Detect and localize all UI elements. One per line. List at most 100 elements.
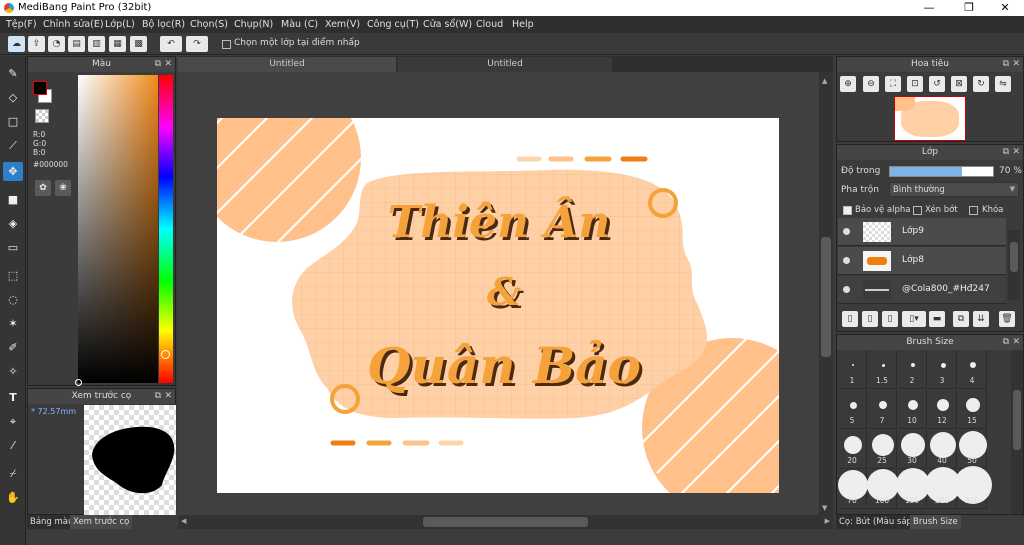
redo-icon[interactable]: ↷ — [186, 36, 208, 52]
layer-row[interactable]: Lớp8 — [838, 247, 1006, 275]
menu-cloud[interactable]: Cloud — [476, 19, 503, 30]
panel-close-icon[interactable]: ✕ — [1012, 335, 1020, 350]
brush-size-cell-7[interactable]: 7 — [868, 390, 897, 429]
brush-size-cell-15[interactable]: 15 — [958, 390, 987, 429]
zoom-in-icon[interactable]: ⊕ — [840, 76, 856, 92]
navigator-thumbnail[interactable] — [894, 96, 966, 141]
color-picker-cursor[interactable] — [75, 379, 82, 386]
lasso-tool-icon[interactable]: ◌ — [3, 290, 23, 309]
text-tool-icon[interactable]: T — [3, 388, 23, 407]
brush-size-cell-30[interactable]: 30 — [898, 430, 927, 469]
document-tab-2[interactable]: Untitled — [398, 57, 612, 72]
brush-size-cell-4[interactable]: 4 — [958, 350, 987, 389]
eyedropper-tool-icon[interactable]: ⌿ — [3, 464, 23, 483]
palette-icon[interactable]: ✿ — [35, 180, 51, 196]
brush-size-cell-12[interactable]: 12 — [928, 390, 957, 429]
panel-close-icon[interactable]: ✕ — [164, 389, 172, 404]
layer-visibility-icon[interactable] — [843, 286, 850, 293]
brush-size-cell-5[interactable]: 5 — [838, 390, 867, 429]
menu-tools[interactable]: Công cụ(T) — [367, 19, 419, 30]
eraser-tool-icon[interactable]: ◇ — [3, 88, 23, 107]
brush-size-scroll-thumb[interactable] — [1013, 390, 1021, 450]
brush-size-cell-1.5[interactable]: 1.5 — [868, 350, 897, 389]
rectangle-tool-icon[interactable]: □ — [3, 112, 23, 131]
layer-row[interactable]: @Cola800_#Hđ247 — [838, 276, 1006, 304]
comment-icon[interactable]: ▤ — [68, 36, 85, 52]
brush-tool-icon[interactable]: ✎ — [3, 64, 23, 83]
panel-close-icon[interactable]: ✕ — [1012, 145, 1020, 160]
brush-size-scrollbar[interactable] — [1011, 350, 1023, 514]
rotate-left-icon[interactable]: ↺ — [929, 76, 945, 92]
panel-detach-icon[interactable]: ⧉ — [155, 57, 161, 72]
brush-size-cell-40[interactable]: 40 — [928, 430, 957, 469]
select-pen-tool-icon[interactable]: ✐ — [3, 338, 23, 357]
brush-size-cell-300[interactable]: 300 — [954, 466, 992, 509]
delete-layer-icon[interactable]: 🗑 — [999, 311, 1015, 327]
brush-size-cell-10[interactable]: 10 — [898, 390, 927, 429]
saturation-value-picker[interactable] — [75, 75, 158, 386]
gradient-tool-icon[interactable]: ▭ — [3, 238, 23, 257]
bucket-tool-icon[interactable]: ◈ — [3, 214, 23, 233]
divide-tool-icon[interactable]: ⁄ — [3, 436, 23, 455]
tab-brush-size[interactable]: Brush Size — [910, 515, 961, 529]
brush-size-cell-20[interactable]: 20 — [838, 430, 867, 469]
menu-view[interactable]: Xem(V) — [325, 19, 360, 30]
brush-size-cell-2[interactable]: 2 — [898, 350, 927, 389]
layer-visibility-icon[interactable] — [843, 228, 850, 235]
panel-detach-icon[interactable]: ⧉ — [1003, 335, 1009, 350]
line-tool-icon[interactable]: ⟋ — [3, 136, 23, 155]
scroll-right-icon[interactable]: ▶ — [825, 517, 830, 525]
hand-tool-icon[interactable]: ✋ — [3, 488, 23, 507]
duplicate-layer-icon[interactable]: ⧉ — [953, 311, 969, 327]
move-tool-icon[interactable]: ✥ — [3, 162, 23, 181]
select-layer-checkbox[interactable] — [222, 40, 231, 49]
layer-list-scrollbar[interactable] — [1008, 230, 1020, 300]
new-layer-8bit-icon[interactable]: ▯ — [862, 311, 878, 327]
cloud-icon[interactable]: ☁ — [8, 36, 25, 52]
panel-detach-icon[interactable]: ⧉ — [1003, 57, 1009, 72]
zoom-out-icon[interactable]: ⊖ — [863, 76, 879, 92]
palette-add-icon[interactable]: ❀ — [55, 180, 71, 196]
panel-detach-icon[interactable]: ⧉ — [155, 389, 161, 404]
scroll-up-icon[interactable]: ▲ — [822, 77, 827, 85]
select-rect-tool-icon[interactable]: ⬚ — [3, 266, 23, 285]
brush-size-cell-150[interactable]: 150 — [896, 468, 930, 509]
brush-size-cell-70[interactable]: 70 — [838, 470, 868, 509]
scroll-left-icon[interactable]: ◀ — [181, 517, 186, 525]
folder-icon[interactable]: ▬ — [929, 311, 945, 327]
panel-close-icon[interactable]: ✕ — [164, 57, 172, 72]
new-layer-icon[interactable]: ▯ — [842, 311, 858, 327]
canvas-vertical-scrollbar[interactable]: ▲ ▼ — [819, 72, 833, 515]
layer-row[interactable]: Lớp9 — [838, 218, 1006, 246]
menu-window[interactable]: Cửa sổ(W) — [423, 19, 472, 30]
clipping-checkbox[interactable] — [913, 206, 922, 215]
brush-size-cell-1[interactable]: 1 — [838, 350, 867, 389]
scroll-down-icon[interactable]: ▼ — [822, 504, 827, 512]
horizontal-scroll-thumb[interactable] — [423, 517, 588, 527]
menu-color[interactable]: Màu (C) — [281, 19, 318, 30]
brush-size-cell-200[interactable]: 200 — [925, 467, 961, 509]
lock-checkbox[interactable] — [969, 206, 978, 215]
maximize-icon[interactable]: ❐ — [954, 0, 984, 16]
menu-help[interactable]: Help — [512, 19, 534, 30]
protect-alpha-checkbox[interactable] — [843, 206, 852, 215]
fill-rect-tool-icon[interactable]: ■ — [3, 190, 23, 209]
canvas-area[interactable]: Thiên Ân Thiên Ân & & Quân Bảo Quân Bảo — [178, 72, 833, 515]
upload-icon[interactable]: ⇪ — [28, 36, 45, 52]
speech-bubble-icon[interactable]: ◔ — [48, 36, 65, 52]
add-layer-dropdown-icon[interactable]: ▯▾ — [902, 311, 926, 327]
menu-filter[interactable]: Bộ lọc(R) — [142, 19, 185, 30]
magic-wand-tool-icon[interactable]: ✶ — [3, 314, 23, 333]
select-eraser-tool-icon[interactable]: ✧ — [3, 362, 23, 381]
panel-layout-icon[interactable]: ▦ — [109, 36, 126, 52]
brush-size-cell-50[interactable]: 50 — [958, 430, 987, 469]
foreground-color-swatch[interactable] — [33, 81, 47, 95]
close-icon[interactable]: ✕ — [990, 0, 1020, 16]
document-tab-1[interactable]: Untitled — [178, 57, 396, 72]
artwork-canvas[interactable]: Thiên Ân Thiên Ân & & Quân Bảo Quân Bảo — [217, 118, 779, 493]
new-layer-1bit-icon[interactable]: ▯ — [882, 311, 898, 327]
actual-size-icon[interactable]: ⊡ — [907, 76, 923, 92]
brush-size-cell-3[interactable]: 3 — [928, 350, 957, 389]
panel-close-icon[interactable]: ✕ — [1012, 57, 1020, 72]
operation-tool-icon[interactable]: ⌖ — [3, 412, 23, 431]
